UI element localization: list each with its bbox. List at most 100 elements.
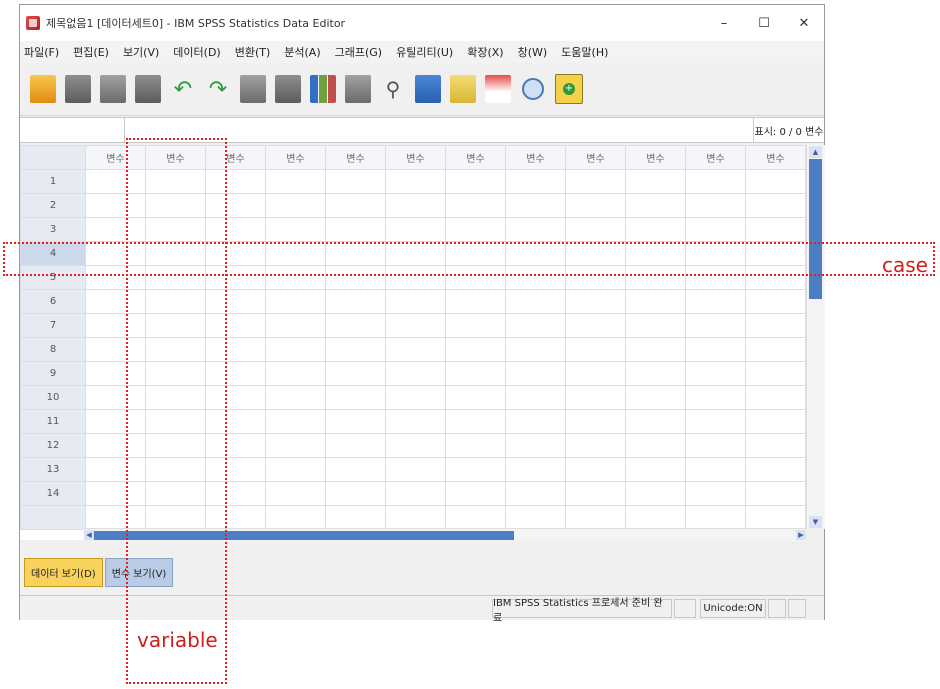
maximize-button[interactable]: ☐ xyxy=(744,5,784,41)
data-cell[interactable] xyxy=(385,433,446,458)
menu-analyze[interactable]: 분석(A) xyxy=(284,44,320,60)
data-cell[interactable] xyxy=(625,409,686,434)
data-cell[interactable] xyxy=(265,193,326,218)
data-cell[interactable] xyxy=(745,289,806,314)
data-cell[interactable] xyxy=(445,217,506,242)
data-cell[interactable] xyxy=(685,481,746,506)
data-cell[interactable] xyxy=(565,169,626,194)
data-cell[interactable] xyxy=(325,337,386,362)
data-cell[interactable] xyxy=(505,505,566,530)
data-cell[interactable] xyxy=(625,361,686,386)
print-icon[interactable] xyxy=(100,75,126,103)
data-cell[interactable] xyxy=(565,337,626,362)
data-cell[interactable] xyxy=(325,313,386,338)
data-cell[interactable] xyxy=(385,457,446,482)
data-cell[interactable] xyxy=(265,505,326,530)
variable-column-header[interactable]: 변수 xyxy=(625,145,686,170)
menu-utilities[interactable]: 유틸리티(U) xyxy=(396,44,453,60)
data-cell[interactable] xyxy=(625,457,686,482)
menu-help[interactable]: 도움말(H) xyxy=(561,44,608,60)
data-cell[interactable] xyxy=(385,289,446,314)
scroll-up-icon[interactable]: ▲ xyxy=(809,146,822,158)
data-cell[interactable] xyxy=(685,217,746,242)
data-cell[interactable] xyxy=(385,385,446,410)
variable-column-header[interactable]: 변수 xyxy=(505,145,566,170)
data-cell[interactable] xyxy=(745,217,806,242)
data-cell[interactable] xyxy=(685,505,746,530)
menu-graphs[interactable]: 그래프(G) xyxy=(335,44,382,60)
vertical-scrollbar[interactable]: ▲ ▼ xyxy=(806,145,825,529)
data-cell[interactable] xyxy=(385,361,446,386)
data-cell[interactable] xyxy=(625,169,686,194)
data-cell[interactable] xyxy=(265,217,326,242)
data-cell[interactable] xyxy=(265,481,326,506)
data-cell[interactable] xyxy=(625,505,686,530)
data-cell[interactable] xyxy=(745,385,806,410)
data-cell[interactable] xyxy=(325,409,386,434)
data-cell[interactable] xyxy=(745,433,806,458)
variable-column-header[interactable]: 변수 xyxy=(685,145,746,170)
data-cell[interactable] xyxy=(325,289,386,314)
data-cell[interactable] xyxy=(505,409,566,434)
data-cell[interactable] xyxy=(265,313,326,338)
data-cell[interactable] xyxy=(565,457,626,482)
data-cell[interactable] xyxy=(445,193,506,218)
grid-corner[interactable] xyxy=(20,145,86,170)
data-cell[interactable] xyxy=(745,361,806,386)
data-cell[interactable] xyxy=(505,313,566,338)
data-cell[interactable] xyxy=(625,481,686,506)
data-cell[interactable] xyxy=(445,481,506,506)
menu-window[interactable]: 창(W) xyxy=(518,44,548,60)
data-cell[interactable] xyxy=(565,289,626,314)
custom-dialog-icon[interactable]: + xyxy=(555,74,583,104)
data-cell[interactable] xyxy=(565,505,626,530)
data-cell[interactable] xyxy=(625,433,686,458)
data-cell[interactable] xyxy=(445,409,506,434)
data-cell[interactable] xyxy=(745,193,806,218)
goto-variable-icon[interactable] xyxy=(275,75,301,103)
data-cell[interactable] xyxy=(325,169,386,194)
data-cell[interactable] xyxy=(625,337,686,362)
data-cell[interactable] xyxy=(385,193,446,218)
data-cell[interactable] xyxy=(625,289,686,314)
data-cell[interactable] xyxy=(445,313,506,338)
data-cell[interactable] xyxy=(685,361,746,386)
data-cell[interactable] xyxy=(565,217,626,242)
data-cell[interactable] xyxy=(385,409,446,434)
data-cell[interactable] xyxy=(505,193,566,218)
data-cell[interactable] xyxy=(565,433,626,458)
data-cell[interactable] xyxy=(565,385,626,410)
case-row-header[interactable]: 7 xyxy=(20,313,86,338)
data-cell[interactable] xyxy=(565,481,626,506)
cell-reference-box[interactable] xyxy=(20,118,125,142)
data-cell[interactable] xyxy=(505,385,566,410)
data-cell[interactable] xyxy=(745,169,806,194)
goto-case-icon[interactable] xyxy=(240,75,266,103)
variable-column-header[interactable]: 변수 xyxy=(445,145,506,170)
data-cell[interactable] xyxy=(265,433,326,458)
tab-data-view[interactable]: 데이터 보기(D) xyxy=(24,558,103,587)
data-cell[interactable] xyxy=(385,169,446,194)
run-descriptives-icon[interactable] xyxy=(345,75,371,103)
menu-view[interactable]: 보기(V) xyxy=(123,44,159,60)
save-icon[interactable] xyxy=(65,75,91,103)
variable-column-header[interactable]: 변수 xyxy=(325,145,386,170)
data-cell[interactable] xyxy=(685,457,746,482)
data-cell[interactable] xyxy=(685,337,746,362)
data-cell[interactable] xyxy=(685,409,746,434)
case-row-header[interactable]: 2 xyxy=(20,193,86,218)
data-cell[interactable] xyxy=(445,457,506,482)
data-cell[interactable] xyxy=(445,433,506,458)
data-cell[interactable] xyxy=(265,409,326,434)
find-icon[interactable]: ⚲ xyxy=(380,75,406,103)
data-cell[interactable] xyxy=(505,481,566,506)
redo-icon[interactable]: ↷ xyxy=(205,75,231,103)
data-cell[interactable] xyxy=(625,385,686,410)
data-cell[interactable] xyxy=(685,169,746,194)
scroll-down-icon[interactable]: ▼ xyxy=(809,516,822,528)
use-variable-sets-icon[interactable] xyxy=(520,75,546,103)
variables-icon[interactable] xyxy=(310,75,336,103)
data-cell[interactable] xyxy=(505,289,566,314)
data-cell[interactable] xyxy=(325,217,386,242)
data-cell[interactable] xyxy=(505,169,566,194)
